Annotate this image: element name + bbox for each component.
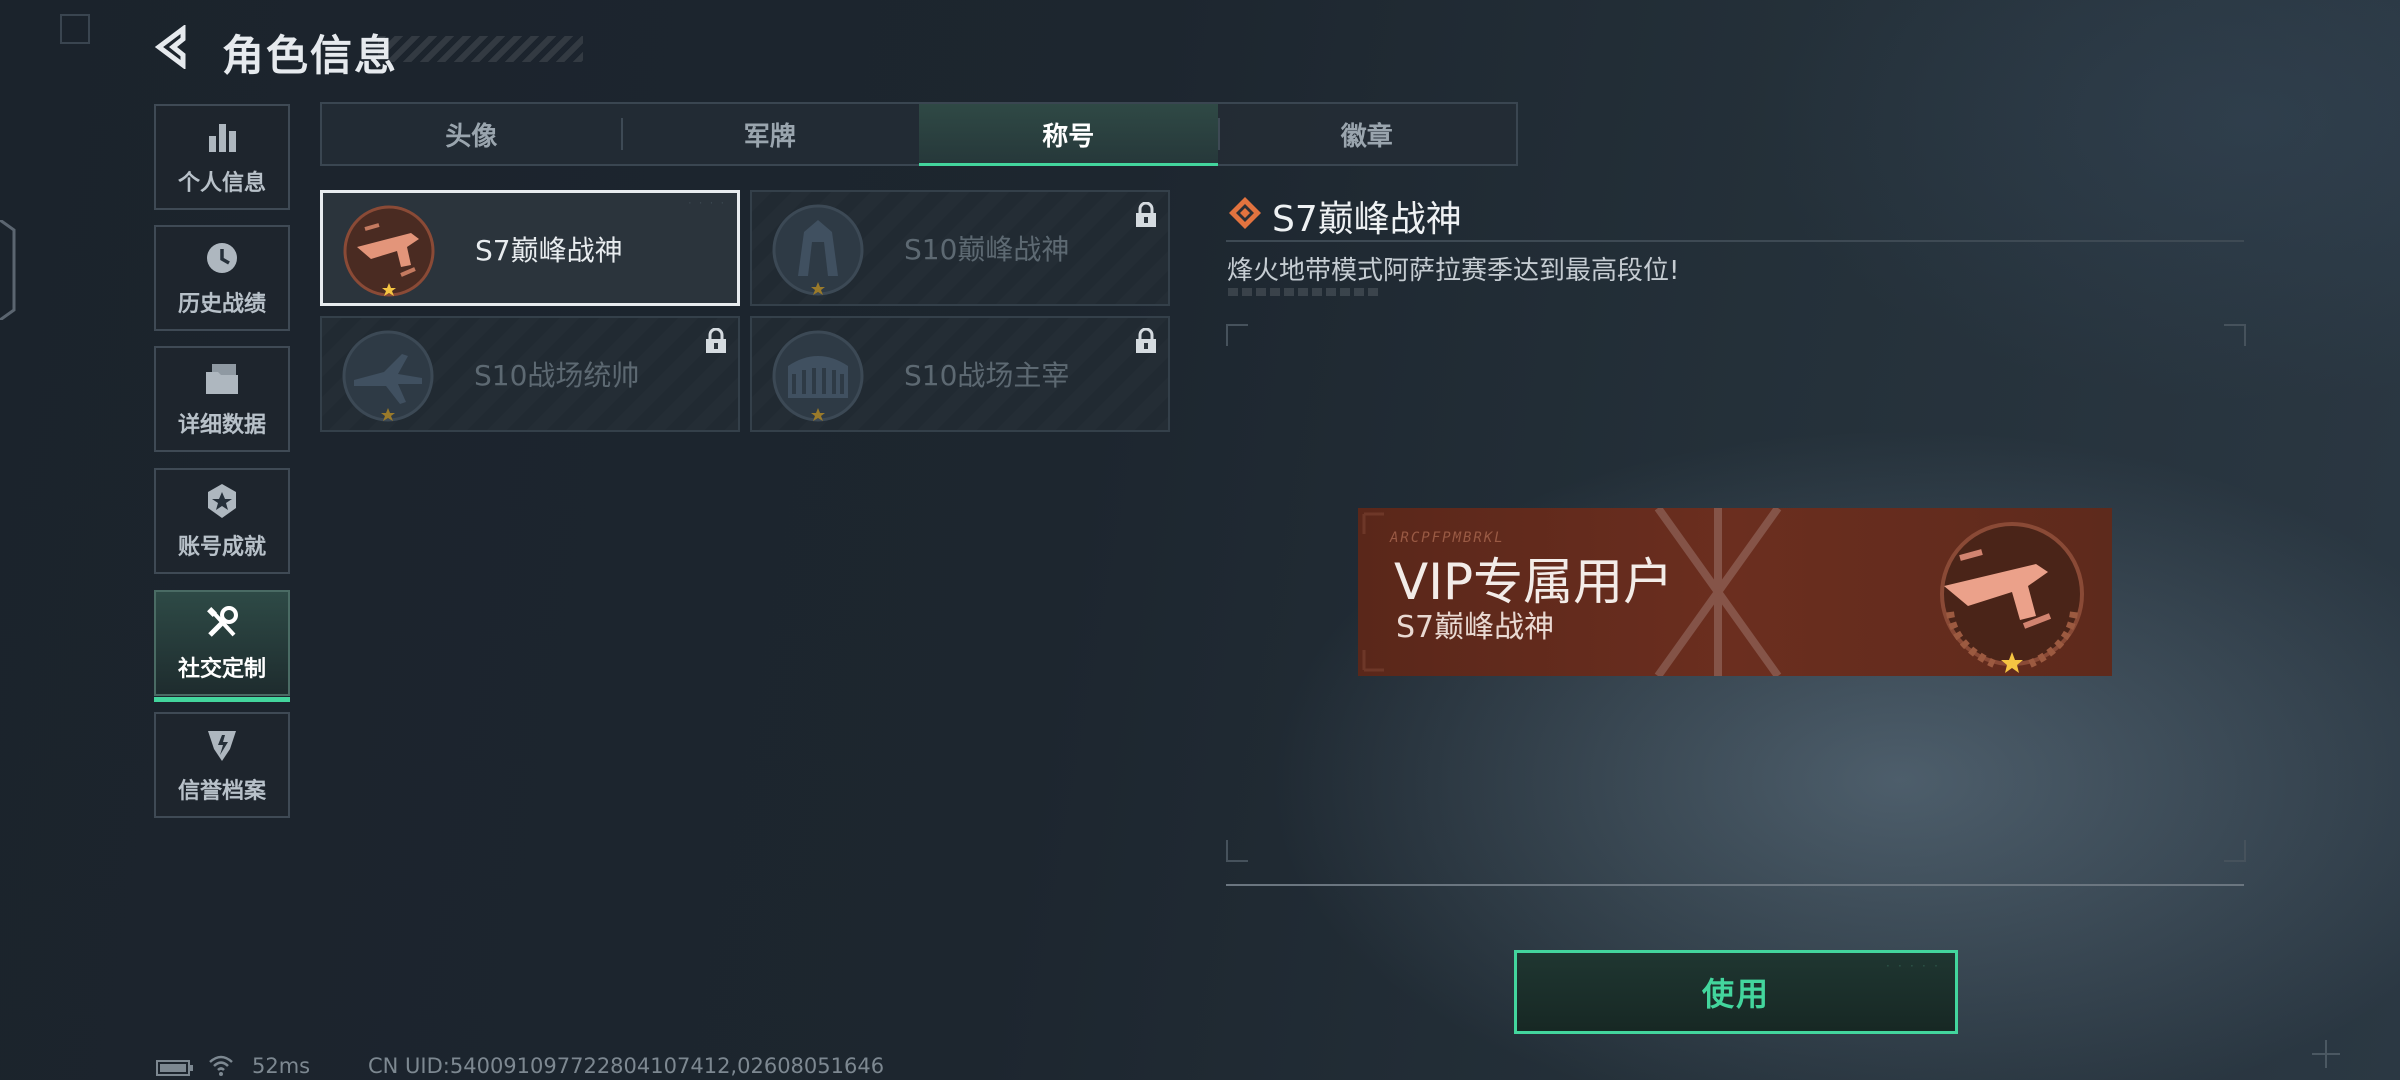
sidebar-item-label: 个人信息 xyxy=(177,171,266,196)
corner-frame xyxy=(60,14,90,44)
detail-title: S7巅峰战神 xyxy=(1272,199,1462,240)
tab-badge[interactable]: 徽章 xyxy=(1217,104,1517,164)
card-code: · · · · xyxy=(687,199,725,209)
divider xyxy=(1226,240,2244,242)
sidebar-item-history[interactable]: 历史战绩 xyxy=(154,225,290,331)
sidebar-item-credit-record[interactable]: 信誉档案 xyxy=(154,712,290,818)
sidebar-item-detailed-data[interactable]: 详细数据 xyxy=(154,346,290,452)
sidebar-item-label: 社交定制 xyxy=(177,657,266,682)
divider xyxy=(1226,884,2244,886)
page-title: 角色信息 xyxy=(222,31,399,80)
folder-icon xyxy=(202,359,242,399)
lock-icon xyxy=(1136,202,1156,227)
back-button[interactable] xyxy=(150,22,200,72)
tab-label: 徽章 xyxy=(1340,121,1393,152)
tab-label: 头像 xyxy=(445,121,498,152)
use-button-label: 使用 xyxy=(1701,975,1770,1013)
sidebar-item-label: 历史战绩 xyxy=(177,292,266,317)
title-preview-banner: ARCPFPMBRKL VIP专属用户 S7巅峰战神 xyxy=(1358,508,2112,676)
detail-decoration xyxy=(1228,288,1378,296)
diamond-emblem-icon xyxy=(1229,197,1261,229)
aircraft-medal-icon xyxy=(342,330,434,422)
weapon-medal-icon xyxy=(1940,522,2084,673)
title-name: S10巅峰战神 xyxy=(904,233,1070,266)
use-button[interactable]: 使用 · · · · · xyxy=(1514,950,1958,1034)
banner-subtitle: S7巅峰战神 xyxy=(1396,610,1555,645)
lock-icon xyxy=(706,328,726,353)
title-card[interactable]: S10巅峰战神 xyxy=(750,190,1170,306)
colosseum-medal-icon xyxy=(772,330,864,422)
sidebar-item-personal-info[interactable]: 个人信息 xyxy=(154,104,290,210)
frame-corner xyxy=(1226,324,1248,346)
clock-icon xyxy=(202,238,242,278)
title-name: S10战场统帅 xyxy=(474,359,640,392)
tab-title[interactable]: 称号 xyxy=(919,104,1218,166)
battery-icon xyxy=(156,1060,193,1076)
detail-description: 烽火地带模式阿萨拉赛季达到最高段位! xyxy=(1227,256,1680,286)
title-card[interactable]: S10战场统帅 xyxy=(320,316,740,432)
sidebar-item-label: 详细数据 xyxy=(177,413,266,438)
ping-value: 52ms xyxy=(252,1054,311,1078)
frame-corner xyxy=(2224,840,2246,862)
back-arrow-icon xyxy=(154,25,186,69)
uid-text: CN UID:540091097722804107412,02608051646 xyxy=(368,1054,885,1078)
sidebar-item-label: 信誉档案 xyxy=(177,779,266,804)
wifi-icon xyxy=(209,1055,233,1076)
tab-bar: 头像 军牌 称号 徽章 xyxy=(320,102,1518,166)
crosshair-icon xyxy=(2312,1040,2340,1068)
tower-medal-icon xyxy=(772,204,864,296)
title-card[interactable]: S10战场主宰 xyxy=(750,316,1170,432)
lock-icon xyxy=(1136,328,1156,353)
title-card[interactable]: S7巅峰战神 · · · · xyxy=(320,190,740,306)
tools-icon xyxy=(202,603,242,643)
shield-emblem-icon xyxy=(202,725,242,765)
weapon-medal-icon xyxy=(343,205,435,297)
title-name: S7巅峰战神 xyxy=(475,234,623,267)
frame-corner xyxy=(1226,840,1248,862)
edge-handle-icon xyxy=(0,220,16,320)
title-name: S10战场主宰 xyxy=(904,359,1070,392)
frame-corner xyxy=(2224,324,2246,346)
sidebar-item-achievements[interactable]: 账号成就 xyxy=(154,468,290,574)
sidebar-item-label: 账号成就 xyxy=(177,535,266,560)
button-decoration: · · · · · xyxy=(1884,961,1939,972)
tab-label: 称号 xyxy=(1042,121,1095,152)
title-decoration xyxy=(378,36,583,62)
achievement-badge-icon xyxy=(202,481,242,521)
tab-avatar[interactable]: 头像 xyxy=(322,104,621,164)
sidebar-item-social-custom[interactable]: 社交定制 xyxy=(154,590,290,702)
tab-label: 军牌 xyxy=(743,121,796,152)
bar-chart-icon xyxy=(202,117,242,157)
tab-dog-tag[interactable]: 军牌 xyxy=(620,104,920,164)
